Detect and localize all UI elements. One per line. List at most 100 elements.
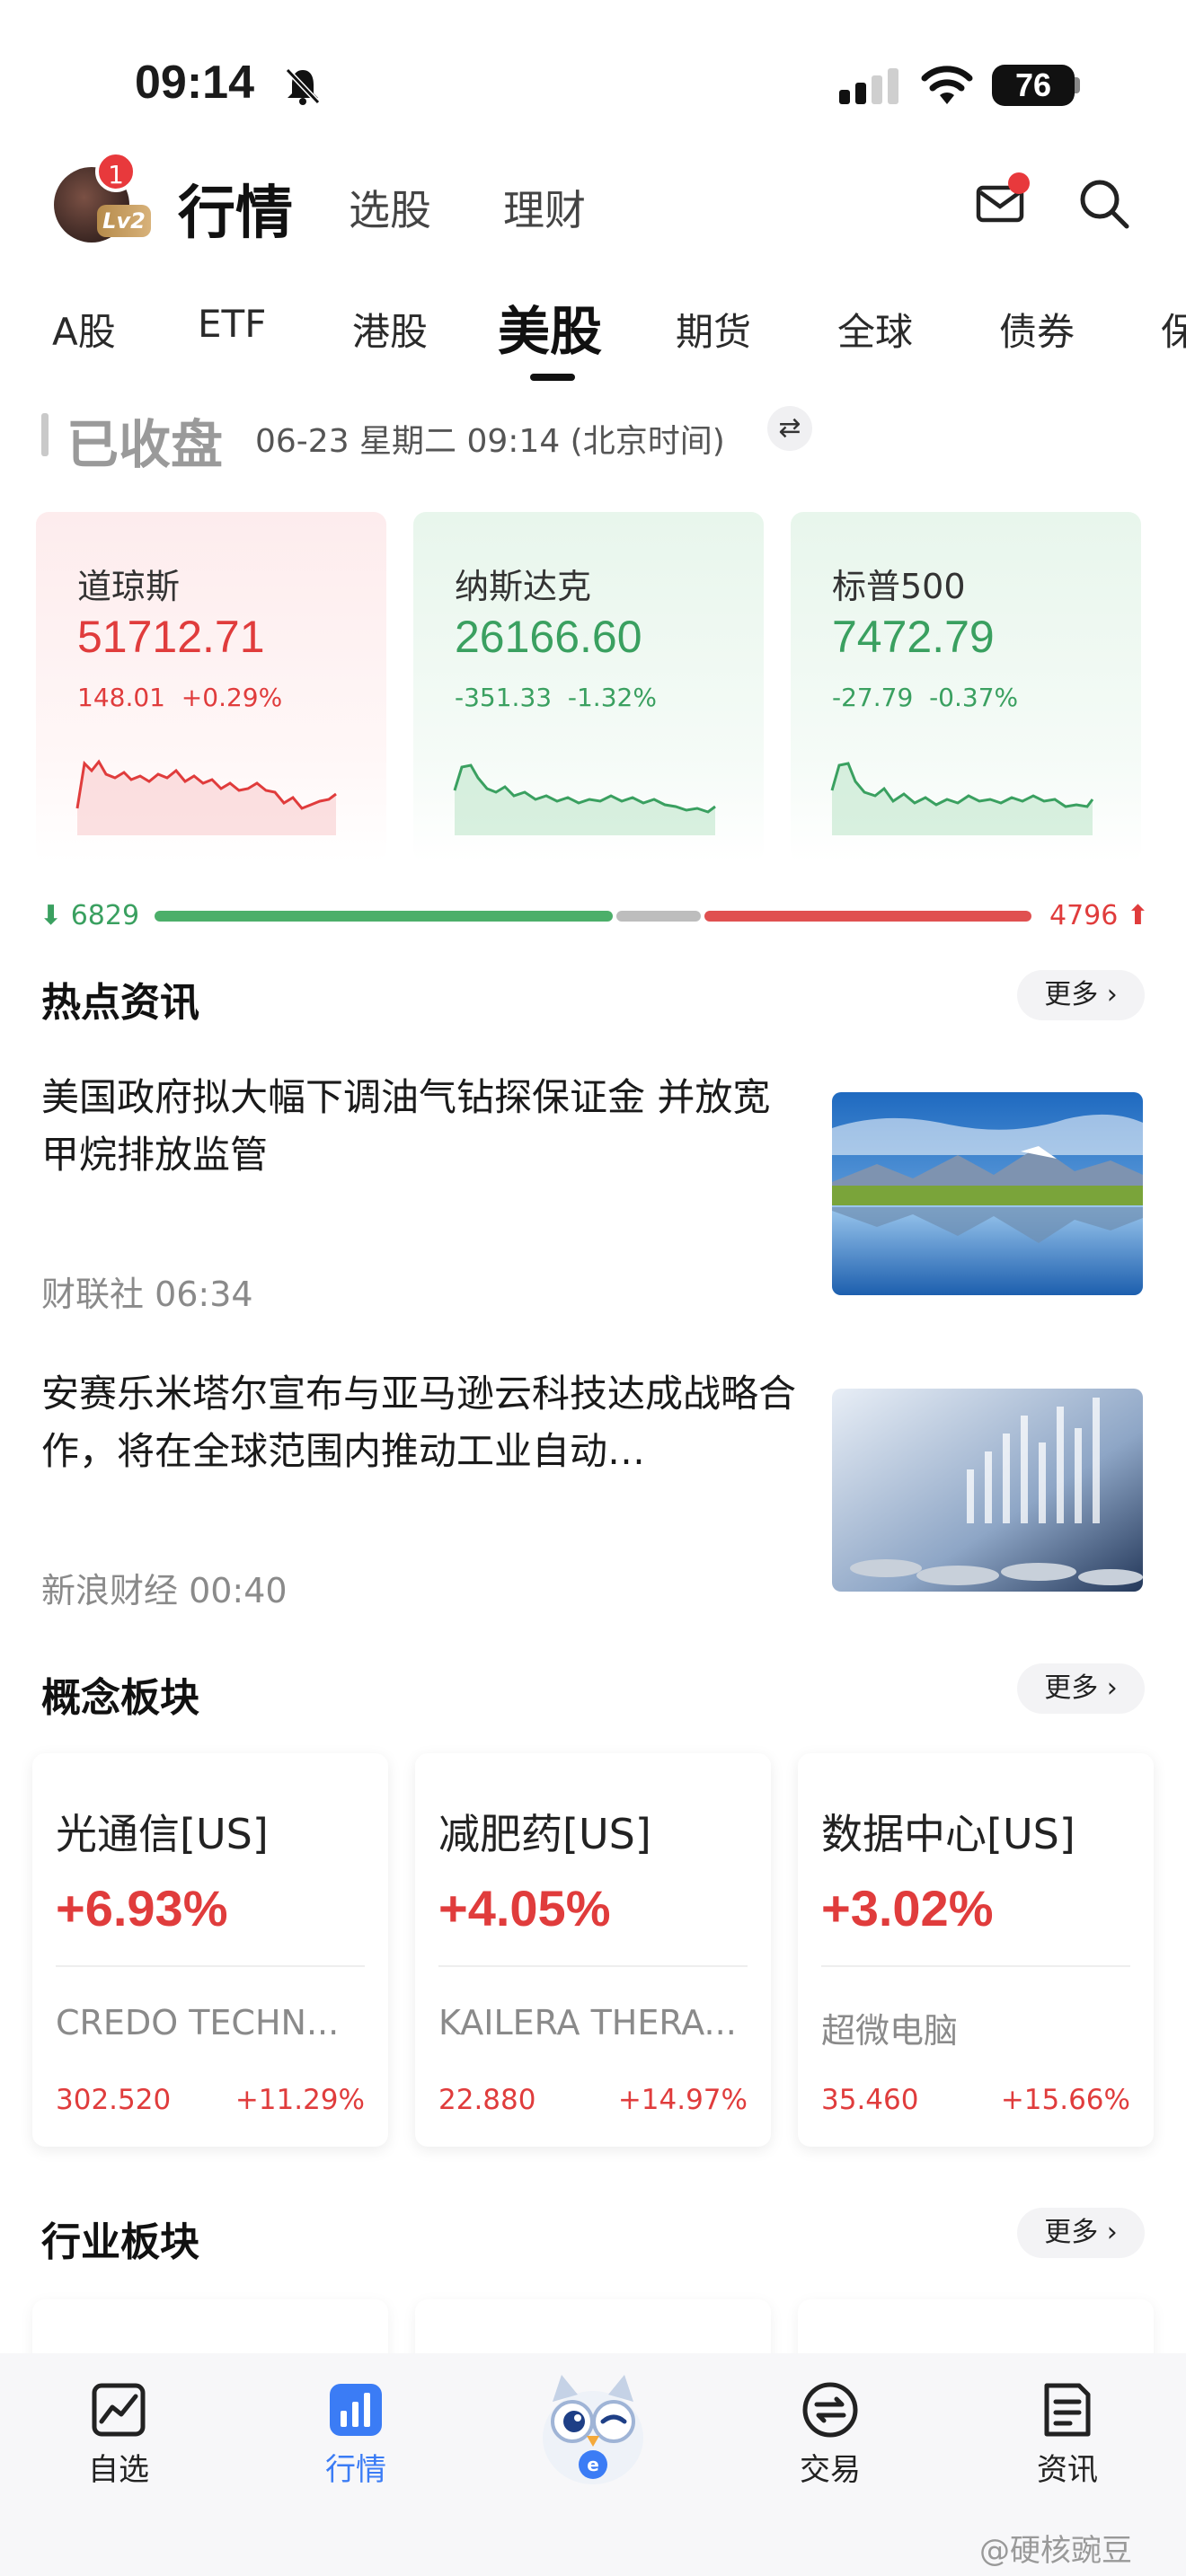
nav-mascot[interactable]: e: [521, 2366, 665, 2488]
breadth-up-count: 4796 ⬆: [1049, 900, 1149, 931]
concept-change: +3.02%: [821, 1880, 994, 1936]
index-change: -27.79 -0.37%: [832, 683, 1018, 712]
mail-unread-dot: [1008, 172, 1030, 194]
notification-badge: 1: [95, 151, 137, 192]
leading-stock-price: 35.460: [821, 2084, 919, 2116]
concepts-more-button[interactable]: 更多 ›: [1017, 1663, 1145, 1714]
concept-card[interactable]: 减肥药[US] +4.05% KAILERA THERA... 22.880 +…: [415, 1753, 771, 2147]
section-title-concepts: 概念板块: [41, 1675, 199, 1721]
chevron-right-icon: ›: [1106, 979, 1118, 1010]
chevron-right-icon: ›: [1106, 1672, 1118, 1704]
index-card-dow[interactable]: 道琼斯 51712.71 148.01 +0.29%: [36, 512, 386, 862]
index-value: 7472.79: [832, 612, 995, 662]
index-change: 148.01 +0.29%: [77, 683, 282, 712]
nav-watchlist[interactable]: 自选: [47, 2380, 190, 2489]
tab-stock-picker[interactable]: 选股: [349, 178, 431, 237]
status-accent-bar: [41, 413, 49, 456]
breadth-bar-down: [155, 911, 613, 922]
market-tab-global[interactable]: 全球: [837, 302, 913, 357]
market-tab-more[interactable]: 保: [1161, 302, 1186, 357]
breadth-down-value: 6829: [70, 900, 140, 931]
index-card-nasdaq[interactable]: 纳斯达克 26166.60 -351.33 -1.32%: [413, 512, 764, 862]
mute-bell-icon: [285, 67, 321, 105]
news-item-meta: 财联社 06:34: [41, 1275, 253, 1314]
index-sparkline: [453, 763, 716, 835]
battery-tip: [1075, 77, 1080, 93]
trade-swap-icon: [802, 2382, 858, 2438]
market-time-label: 06-23 星期二 09:14 (北京时间): [255, 423, 725, 460]
tab-wealth[interactable]: 理财: [503, 178, 586, 237]
index-name: 纳斯达克: [455, 567, 592, 606]
news-item-title[interactable]: 美国政府拟大幅下调油气钻探保证金 并放宽甲烷排放监管: [41, 1069, 805, 1184]
search-icon[interactable]: [1078, 178, 1130, 230]
breadth-down-count: ⬇ 6829: [40, 900, 139, 931]
market-closed-label: 已收盘: [66, 414, 224, 475]
index-sparkline: [830, 762, 1094, 835]
index-change-pct: -0.37%: [929, 683, 1019, 712]
hot-news-more-button[interactable]: 更多 ›: [1017, 970, 1145, 1020]
market-tab-etf[interactable]: ETF: [198, 302, 266, 346]
index-name: 标普500: [832, 567, 966, 606]
breadth-bar-flat: [616, 911, 701, 922]
market-tab-us[interactable]: 美股: [498, 289, 602, 365]
market-tab-hk[interactable]: 港股: [352, 302, 428, 357]
signal-icon: [839, 68, 898, 104]
concept-change: +6.93%: [56, 1880, 228, 1936]
leading-stock-name: KAILERA THERA...: [438, 2003, 737, 2042]
leading-stock-change: +15.66%: [1000, 2084, 1130, 2116]
news-item-title[interactable]: 安赛乐米塔尔宣布与亚马逊云科技达成战略合作，将在全球范围内推动工业自动…: [41, 1365, 805, 1480]
watchlist-chart-icon: [92, 2383, 146, 2437]
leading-stock-change: +14.97%: [617, 2084, 748, 2116]
timezone-swap-button[interactable]: ⇄: [767, 406, 812, 451]
market-tab-futures[interactable]: 期货: [676, 302, 751, 357]
nav-label: 行情: [325, 2452, 386, 2488]
news-thumbnail-finance[interactable]: [832, 1389, 1143, 1592]
news-doc-icon: [1044, 2383, 1091, 2437]
level-badge: Lv2: [97, 205, 151, 237]
concept-change: +4.05%: [438, 1880, 611, 1936]
watermark-text: @硬核豌豆: [979, 2533, 1132, 2569]
leading-stock-change: +11.29%: [235, 2084, 365, 2116]
nav-label: 交易: [800, 2452, 861, 2488]
more-label: 更多: [1044, 979, 1099, 1010]
concept-name: 减肥药[US]: [438, 1810, 651, 1858]
status-time: 09:14: [135, 57, 254, 109]
nav-news[interactable]: 资讯: [996, 2380, 1139, 2489]
tab-market[interactable]: 行情: [178, 167, 293, 250]
market-tab-bonds[interactable]: 债券: [999, 302, 1075, 357]
leading-stock-price: 302.520: [56, 2084, 172, 2116]
index-change: -351.33 -1.32%: [455, 683, 657, 712]
index-change-pct: +0.29%: [181, 683, 283, 712]
wifi-icon: [921, 66, 973, 104]
svg-text:e: e: [587, 2454, 599, 2475]
index-value: 26166.60: [455, 612, 642, 662]
concept-name: 光通信[US]: [56, 1810, 269, 1858]
concept-name: 数据中心[US]: [821, 1810, 1075, 1858]
leading-stock-price: 22.880: [438, 2084, 536, 2116]
owl-mascot-icon: e: [543, 2375, 643, 2484]
leading-stock-name: CREDO TECHN...: [56, 2003, 340, 2042]
breadth-bar-up: [704, 911, 1031, 922]
market-tab-a-share[interactable]: A股: [52, 302, 116, 357]
concept-card[interactable]: 光通信[US] +6.93% CREDO TECHN... 302.520 +1…: [32, 1753, 388, 2147]
index-sparkline: [75, 759, 337, 835]
news-thumbnail-lake[interactable]: [832, 1092, 1143, 1295]
down-arrow-icon: ⬇: [40, 900, 63, 931]
more-label: 更多: [1044, 1672, 1099, 1704]
section-title-hot-news: 热点资讯: [41, 980, 199, 1026]
nav-trade[interactable]: 交易: [758, 2380, 902, 2489]
divider: [821, 1965, 1130, 1967]
index-card-sp500[interactable]: 标普500 7472.79 -27.79 -0.37%: [791, 512, 1141, 862]
up-arrow-icon: ⬆: [1126, 900, 1150, 931]
index-change-abs: -351.33: [455, 683, 553, 712]
nav-label: 资讯: [1037, 2452, 1098, 2488]
concept-card[interactable]: 数据中心[US] +3.02% 超微电脑 35.460 +15.66%: [798, 1753, 1154, 2147]
news-item-meta: 新浪财经 00:40: [41, 1571, 288, 1610]
index-name: 道琼斯: [77, 567, 181, 606]
nav-market[interactable]: 行情: [284, 2380, 428, 2489]
index-value: 51712.71: [77, 612, 265, 662]
section-title-industries: 行业板块: [41, 2219, 199, 2265]
industries-more-button[interactable]: 更多 ›: [1017, 2208, 1145, 2258]
active-tab-underline: [530, 374, 575, 381]
index-change-abs: -27.79: [832, 683, 914, 712]
